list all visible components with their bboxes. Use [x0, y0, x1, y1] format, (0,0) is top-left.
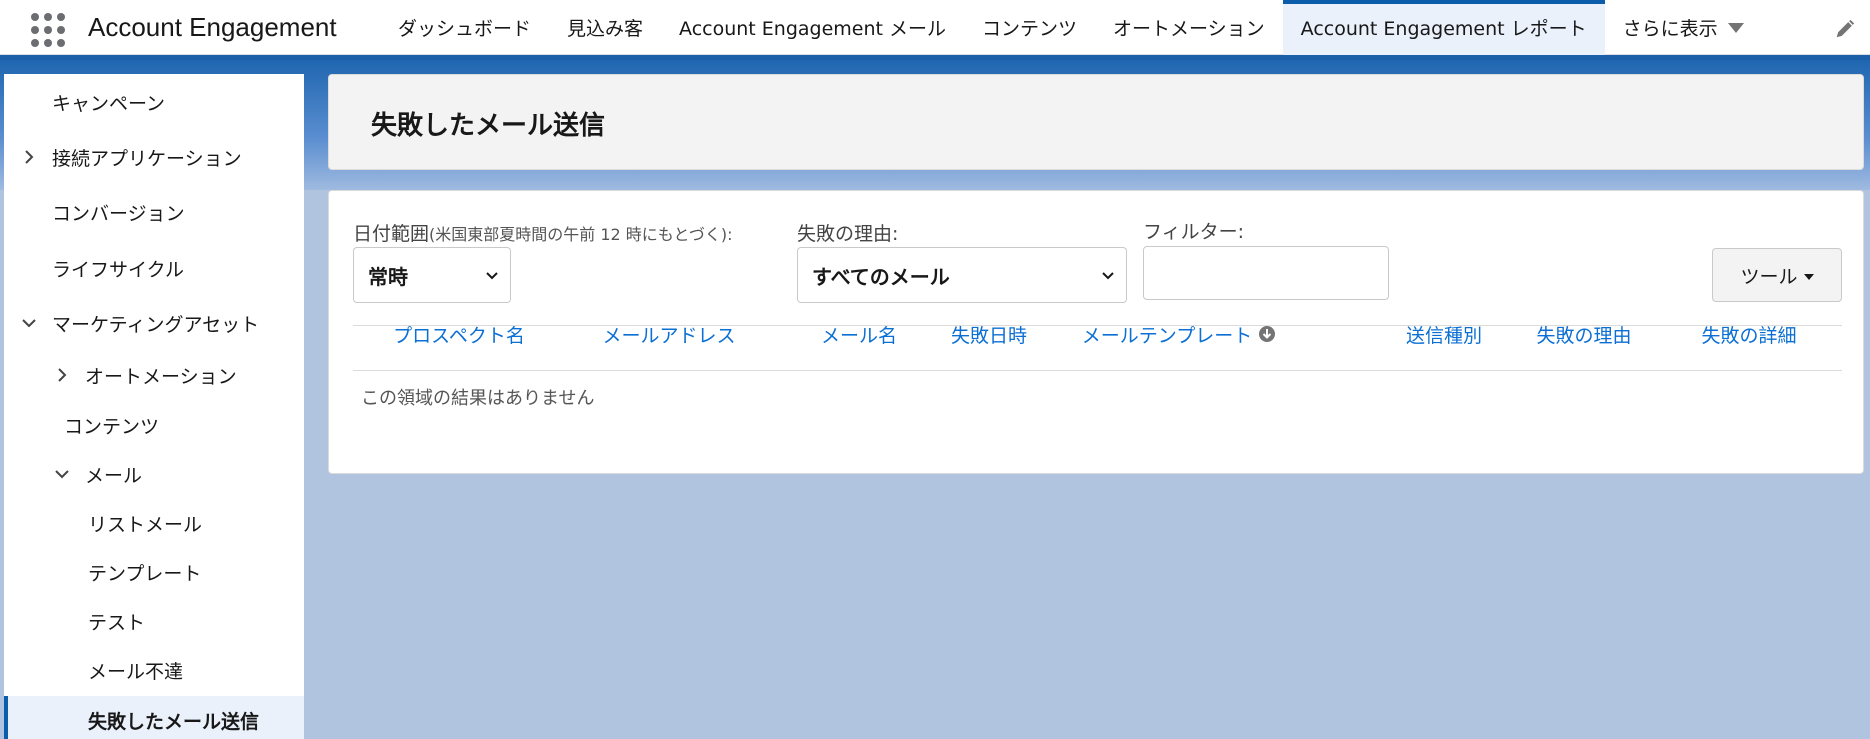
column-header-label: メールアドレス: [602, 324, 736, 347]
empty-results-message: この領域の結果はありません: [361, 388, 595, 409]
sidebar: キャンペーン 接続アプリケーション コンバージョン ライフサイクル マーケティン…: [4, 74, 304, 739]
column-header-label: メールテンプレート: [1081, 324, 1253, 347]
nav-tab-automation[interactable]: オートメーション: [1095, 0, 1283, 55]
column-header-failure-details[interactable]: 失敗の詳細: [1684, 309, 1814, 359]
sidebar-item-label: コンテンツ: [64, 415, 160, 438]
sidebar-item-failed-sends[interactable]: 失敗したメール送信: [4, 696, 304, 739]
sidebar-item-conversions[interactable]: コンバージョン: [4, 188, 304, 236]
reason-label: 失敗の理由:: [797, 223, 899, 245]
nav-bar: ダッシュボード 見込み客 Account Engagement メール コンテン…: [380, 0, 1758, 55]
sidebar-item-automation[interactable]: オートメーション: [4, 351, 304, 399]
column-header-failure-reason[interactable]: 失敗の理由: [1524, 309, 1644, 359]
nav-more-dropdown-icon[interactable]: [1722, 0, 1758, 55]
column-header-send-type[interactable]: 送信種別: [1389, 309, 1499, 359]
reason-value: すべてのメール: [812, 264, 950, 289]
date-range-value: 常時: [368, 264, 408, 289]
date-range-label: 日付範囲(米国東部夏時間の午前 12 時にもとづく):: [353, 219, 732, 246]
column-header-label: 失敗の理由: [1536, 324, 1632, 347]
sidebar-item-lifecycle[interactable]: ライフサイクル: [4, 244, 304, 292]
column-header-label: メール名: [820, 324, 897, 347]
column-header-email-template[interactable]: メールテンプレート: [1064, 309, 1294, 359]
sidebar-item-label: 接続アプリケーション: [52, 147, 242, 170]
caret-down-icon: [1803, 273, 1814, 280]
column-header-label: 失敗日時: [950, 324, 1027, 347]
filter-input[interactable]: [1143, 246, 1389, 300]
nav-tab-content[interactable]: コンテンツ: [964, 0, 1095, 55]
sidebar-item-campaigns[interactable]: キャンペーン: [4, 78, 304, 126]
sidebar-item-content[interactable]: コンテンツ: [4, 401, 304, 449]
column-header-failed-date[interactable]: 失敗日時: [934, 309, 1044, 359]
chevron-down-icon: [1102, 272, 1114, 280]
column-header-prospect-name[interactable]: プロスペクト名: [389, 309, 529, 359]
arrow-down-circle-icon[interactable]: [1258, 325, 1276, 343]
nav-tab-reports[interactable]: Account Engagement レポート: [1282, 0, 1605, 55]
column-header-email-address[interactable]: メールアドレス: [594, 309, 744, 359]
sidebar-item-connected-apps[interactable]: 接続アプリケーション: [4, 133, 304, 181]
date-range-label-text: 日付範囲: [353, 223, 430, 245]
sidebar-item-label: 失敗したメール送信: [88, 710, 260, 733]
nav-tab-prospects[interactable]: 見込み客: [549, 0, 661, 55]
sidebar-item-label: メール不達: [88, 660, 184, 683]
nav-tab-dashboard[interactable]: ダッシュボード: [380, 0, 549, 55]
column-header-label: 送信種別: [1405, 324, 1482, 347]
chevron-down-icon: [486, 272, 498, 280]
chevron-down-icon[interactable]: [20, 314, 38, 332]
tools-button-label: ツール: [1740, 265, 1798, 288]
column-header-label: プロスペクト名: [393, 324, 525, 347]
sidebar-item-templates[interactable]: テンプレート: [4, 548, 304, 596]
page-title: 失敗したメール送信: [371, 111, 606, 141]
app-launcher-icon[interactable]: [28, 10, 65, 47]
date-range-select[interactable]: 常時: [353, 247, 511, 303]
sidebar-item-label: テンプレート: [88, 562, 202, 585]
reason-select[interactable]: すべてのメール: [797, 247, 1127, 303]
sidebar-item-bounces[interactable]: メール不達: [4, 646, 304, 694]
chevron-right-icon[interactable]: [53, 366, 71, 384]
tools-button[interactable]: ツール: [1712, 248, 1842, 302]
sidebar-item-label: キャンペーン: [52, 92, 166, 115]
date-range-note: (米国東部夏時間の午前 12 時にもとづく):: [429, 225, 733, 244]
sidebar-item-label: テスト: [88, 611, 146, 634]
column-header-email-name[interactable]: メール名: [799, 309, 919, 359]
column-header-label: 失敗の詳細: [1701, 324, 1797, 347]
app-name: Account Engagement: [88, 12, 337, 42]
nav-tab-email[interactable]: Account Engagement メール: [661, 0, 964, 55]
sidebar-item-list-emails[interactable]: リストメール: [4, 499, 304, 547]
chevron-right-icon[interactable]: [20, 148, 38, 166]
sidebar-item-label: オートメーション: [85, 365, 237, 388]
sidebar-item-email[interactable]: メール: [4, 450, 304, 498]
sidebar-item-label: リストメール: [88, 513, 203, 536]
sidebar-item-label: メール: [85, 464, 143, 487]
filter-label: フィルター:: [1143, 221, 1245, 243]
sidebar-item-label: ライフサイクル: [52, 258, 185, 281]
pencil-icon[interactable]: [1834, 18, 1856, 40]
sidebar-item-marketing-assets[interactable]: マーケティングアセット: [4, 299, 304, 347]
sidebar-item-label: マーケティングアセット: [52, 313, 260, 336]
nav-more-button[interactable]: さらに表示: [1605, 0, 1722, 55]
global-header: Account Engagement ダッシュボード 見込み客 Account …: [0, 0, 1870, 55]
sidebar-item-tests[interactable]: テスト: [4, 597, 304, 645]
chevron-down-icon[interactable]: [53, 465, 71, 483]
page-header: 失敗したメール送信: [328, 74, 1864, 170]
report-card: 日付範囲(米国東部夏時間の午前 12 時にもとづく): 常時 失敗の理由: すべ…: [328, 190, 1864, 474]
sidebar-item-label: コンバージョン: [52, 202, 185, 225]
table-header-rule: [353, 370, 1842, 371]
